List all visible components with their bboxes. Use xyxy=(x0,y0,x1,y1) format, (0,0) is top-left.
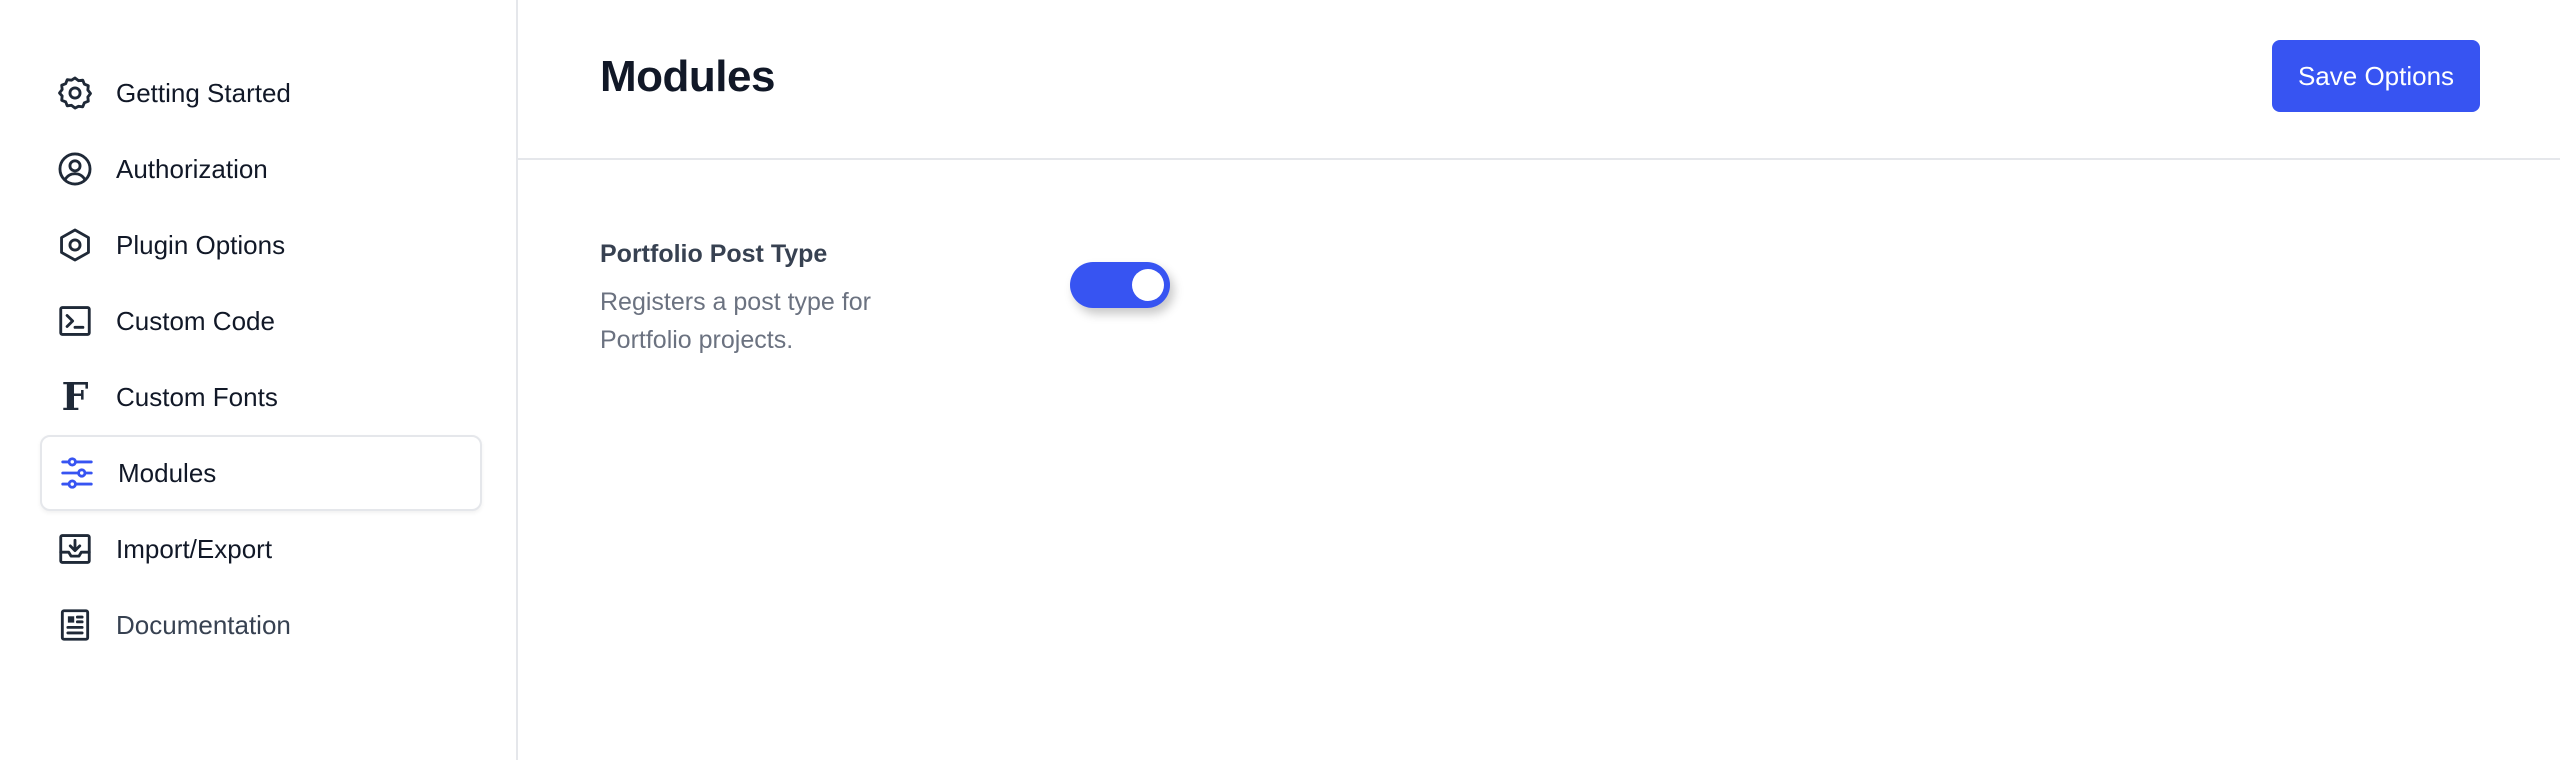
download-tray-icon xyxy=(56,530,94,568)
sliders-icon xyxy=(58,454,96,492)
module-description: Registers a post type for Portfolio proj… xyxy=(600,288,871,354)
sidebar-item-label: Plugin Options xyxy=(116,229,286,260)
hexagon-icon xyxy=(56,226,94,264)
gear-icon xyxy=(56,74,94,112)
main-content: Modules Save Options Portfolio Post Type… xyxy=(518,0,2560,760)
module-portfolio-post-type: Portfolio Post Type Registers a post typ… xyxy=(600,240,930,359)
app-root: Getting Started Authorization Plugin Opt… xyxy=(0,0,2560,760)
sidebar-item-label: Authorization xyxy=(116,153,268,184)
page-header: Modules Save Options xyxy=(518,0,2560,160)
module-title: Portfolio Post Type xyxy=(600,240,828,268)
sidebar-item-import-export[interactable]: Import/Export xyxy=(40,511,482,587)
sidebar: Getting Started Authorization Plugin Opt… xyxy=(0,0,518,760)
sidebar-item-modules[interactable]: Modules xyxy=(40,435,482,511)
sidebar-item-label: Documentation xyxy=(116,609,291,640)
sidebar-item-plugin-options[interactable]: Plugin Options xyxy=(40,207,482,283)
toggle-knob xyxy=(1132,269,1164,301)
save-options-button[interactable]: Save Options xyxy=(2272,40,2480,112)
sidebar-item-documentation[interactable]: Documentation xyxy=(40,587,482,663)
sidebar-item-label: Getting Started xyxy=(116,77,291,108)
sidebar-item-label: Import/Export xyxy=(116,533,273,564)
page-title: Modules xyxy=(600,52,775,101)
user-circle-icon xyxy=(56,150,94,188)
sidebar-item-label: Custom Code xyxy=(116,305,275,336)
sidebar-item-authorization[interactable]: Authorization xyxy=(40,131,482,207)
sidebar-item-custom-fonts[interactable]: F Custom Fonts xyxy=(40,359,482,435)
sidebar-item-getting-started[interactable]: Getting Started xyxy=(40,55,482,131)
sidebar-item-label: Custom Fonts xyxy=(116,381,278,412)
terminal-icon xyxy=(56,302,94,340)
sidebar-item-label: Modules xyxy=(118,457,217,488)
sidebar-item-custom-code[interactable]: Custom Code xyxy=(40,283,482,359)
letter-f-icon: F xyxy=(61,374,89,419)
document-icon xyxy=(56,606,94,644)
portfolio-post-type-toggle[interactable] xyxy=(1070,262,1170,308)
